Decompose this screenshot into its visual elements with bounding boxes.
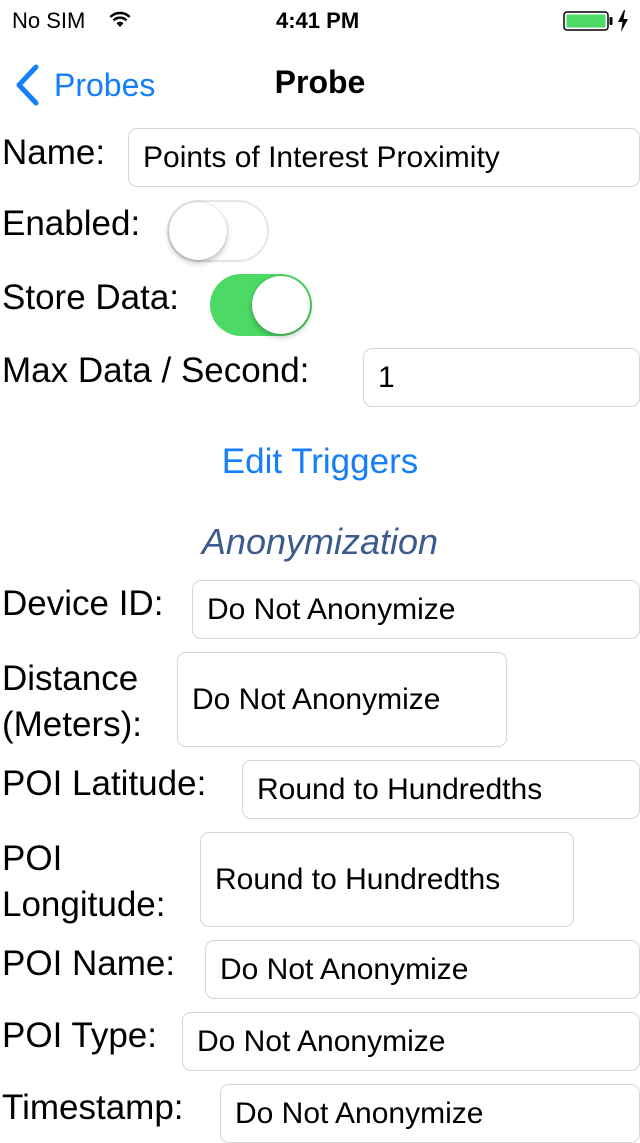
wifi-icon [109, 11, 131, 27]
distance-label: Distance (Meters): [2, 656, 142, 748]
distance-label-line2: (Meters): [2, 705, 142, 744]
distance-label-line1: Distance [2, 659, 139, 698]
poi-longitude-label: POI Longitude: [2, 836, 165, 928]
distance-select[interactable]: Do Not Anonymize [177, 652, 507, 747]
max-data-label: Max Data / Second: [2, 351, 310, 390]
clock: 4:41 PM [276, 8, 360, 33]
store-data-toggle[interactable] [210, 274, 312, 336]
poi-name-select[interactable]: Do Not Anonymize [205, 940, 640, 999]
poi-longitude-select[interactable]: Round to Hundredths [200, 832, 574, 927]
name-label: Name: [2, 133, 106, 172]
poi-latitude-label: POI Latitude: [2, 764, 207, 803]
max-data-field[interactable]: 1 [363, 348, 640, 407]
poi-type-label: POI Type: [2, 1016, 157, 1055]
battery-icon [563, 11, 613, 31]
toggle-knob [169, 202, 227, 260]
poi-longitude-label-line2: Longitude: [2, 885, 166, 924]
enabled-toggle[interactable] [167, 200, 269, 262]
edit-triggers-button[interactable]: Edit Triggers [0, 442, 640, 482]
timestamp-select[interactable]: Do Not Anonymize [220, 1084, 640, 1143]
carrier-label: No SIM [12, 8, 86, 33]
poi-name-label: POI Name: [2, 944, 176, 983]
poi-latitude-select[interactable]: Round to Hundredths [242, 760, 640, 819]
device-id-label: Device ID: [2, 584, 164, 623]
timestamp-label: Timestamp: [2, 1088, 184, 1127]
device-id-select[interactable]: Do Not Anonymize [192, 580, 640, 639]
store-data-label: Store Data: [2, 278, 180, 317]
toggle-knob [252, 276, 310, 334]
poi-longitude-label-line1: POI [2, 839, 63, 878]
poi-type-select[interactable]: Do Not Anonymize [182, 1012, 640, 1071]
anonymization-heading: Anonymization [201, 521, 439, 562]
name-field[interactable]: Points of Interest Proximity [128, 128, 640, 187]
page-title: Probe [274, 64, 366, 100]
charging-bolt-icon [618, 10, 628, 32]
enabled-label: Enabled: [2, 204, 141, 243]
